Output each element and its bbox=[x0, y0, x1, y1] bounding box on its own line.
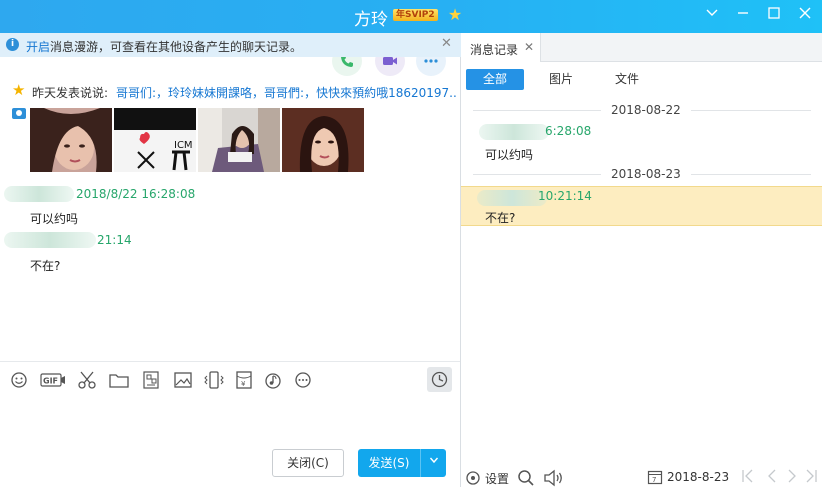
enable-link[interactable]: 开启 bbox=[26, 40, 50, 54]
close-button[interactable] bbox=[795, 6, 815, 26]
sender-name-blurred bbox=[4, 186, 74, 202]
message-time: 2018/8/22 16:28:08 bbox=[76, 187, 196, 201]
close-chat-button[interactable]: 关闭(C) bbox=[272, 449, 344, 477]
star-badge-icon: ★ bbox=[447, 5, 463, 24]
album-photo[interactable] bbox=[282, 108, 364, 172]
chevron-down-icon[interactable] bbox=[702, 6, 722, 26]
filter-all[interactable]: 全部 bbox=[466, 69, 524, 90]
camera-icon bbox=[12, 108, 26, 119]
next-page-icon[interactable] bbox=[783, 467, 801, 485]
folder-icon[interactable] bbox=[108, 370, 130, 390]
history-footer: 设置 7 2018-8-23 bbox=[461, 465, 822, 487]
vip-badge: 年SVIP2 bbox=[393, 9, 438, 21]
screen-shake-icon[interactable] bbox=[203, 370, 225, 390]
message-text: 可以约吗 bbox=[485, 148, 534, 162]
filter-files[interactable]: 文件 bbox=[602, 69, 652, 90]
message-text: 不在? bbox=[30, 259, 61, 273]
highlighted-message-row[interactable]: 10:21:14 不在? bbox=[461, 186, 822, 226]
roaming-notice: i 开启消息漫游，可查看在其他设备产生的聊天记录。 ✕ bbox=[0, 33, 461, 57]
album-photo[interactable]: ICM bbox=[114, 108, 196, 172]
settings-gear-icon[interactable] bbox=[465, 470, 481, 489]
mood-label: 昨天发表说说: bbox=[32, 86, 109, 100]
calendar-icon[interactable]: 7 bbox=[647, 469, 663, 488]
album-photo[interactable] bbox=[30, 108, 112, 172]
message-history-button[interactable] bbox=[427, 367, 452, 392]
tab-label: 消息记录 bbox=[470, 43, 519, 57]
contact-name: 方玲 bbox=[354, 10, 388, 30]
svg-text:ICM: ICM bbox=[174, 140, 193, 151]
history-tab-bar: 消息记录 ✕ bbox=[461, 33, 822, 62]
close-tab-icon[interactable]: ✕ bbox=[524, 40, 534, 54]
notice-text: 开启消息漫游，可查看在其他设备产生的聊天记录。 bbox=[26, 40, 303, 54]
mood-content[interactable]: 哥哥们:，玲玲妹妹開課咯，哥哥們:，快快來預約哦18620197... bbox=[116, 84, 457, 101]
current-date: 2018-8-23 bbox=[667, 470, 730, 484]
tab-message-history[interactable]: 消息记录 ✕ bbox=[461, 33, 541, 62]
music-icon[interactable] bbox=[262, 370, 284, 390]
gif-icon[interactable]: GIF bbox=[40, 370, 66, 390]
star-icon: ★ bbox=[12, 83, 26, 99]
mood-status[interactable]: ★ 昨天发表说说: 哥哥们:，玲玲妹妹開課咯，哥哥們:，快快來預約哦186201… bbox=[12, 83, 457, 101]
emoji-icon[interactable] bbox=[8, 370, 30, 390]
toolbar-divider bbox=[0, 361, 460, 362]
message-time: 6:28:08 bbox=[545, 124, 592, 138]
scissors-icon[interactable] bbox=[76, 370, 98, 390]
more-tools-icon[interactable] bbox=[292, 370, 314, 390]
svg-text:GIF: GIF bbox=[43, 377, 58, 386]
first-page-icon[interactable] bbox=[739, 467, 757, 485]
message-text: 可以约吗 bbox=[30, 212, 79, 226]
send-options-chevron-icon[interactable] bbox=[420, 449, 446, 477]
message-time: 21:14 bbox=[97, 233, 132, 247]
date-label: 2018-08-23 bbox=[611, 167, 681, 181]
date-label: 2018-08-22 bbox=[611, 103, 681, 117]
previous-page-icon[interactable] bbox=[763, 467, 781, 485]
album-photo[interactable] bbox=[198, 108, 280, 172]
filter-images[interactable]: 图片 bbox=[536, 69, 586, 90]
title-bar: 方玲 年SVIP2 ★ bbox=[0, 0, 822, 33]
date-separator: 2018-08-23 bbox=[461, 167, 822, 181]
send-button[interactable]: 发送(S) bbox=[358, 449, 420, 477]
svg-text:¥: ¥ bbox=[241, 380, 246, 388]
sender-name-blurred bbox=[477, 190, 547, 206]
maximize-button[interactable] bbox=[764, 6, 784, 26]
red-packet-icon[interactable]: ¥ bbox=[233, 370, 255, 390]
message-time: 10:21:14 bbox=[538, 189, 592, 203]
image-icon[interactable] bbox=[172, 370, 194, 390]
settings-label[interactable]: 设置 bbox=[485, 470, 509, 487]
minimize-button[interactable] bbox=[733, 6, 753, 26]
chat-panel: i 开启消息漫游，可查看在其他设备产生的聊天记录。 ✕ ★ 昨天发表说说: 哥哥… bbox=[0, 33, 461, 487]
notice-close-icon[interactable]: ✕ bbox=[441, 36, 452, 51]
sender-name-blurred bbox=[479, 124, 549, 140]
date-separator: 2018-08-22 bbox=[461, 103, 822, 117]
document-icon[interactable] bbox=[140, 370, 162, 390]
last-page-icon[interactable] bbox=[802, 467, 820, 485]
svg-text:7: 7 bbox=[652, 476, 656, 484]
info-icon: i bbox=[6, 38, 19, 51]
history-panel: 消息记录 ✕ 全部 图片 文件 2018-08-22 6:28:08 可以约吗 … bbox=[461, 33, 822, 487]
sender-name-blurred bbox=[4, 232, 96, 248]
message-text: 不在? bbox=[485, 211, 516, 225]
